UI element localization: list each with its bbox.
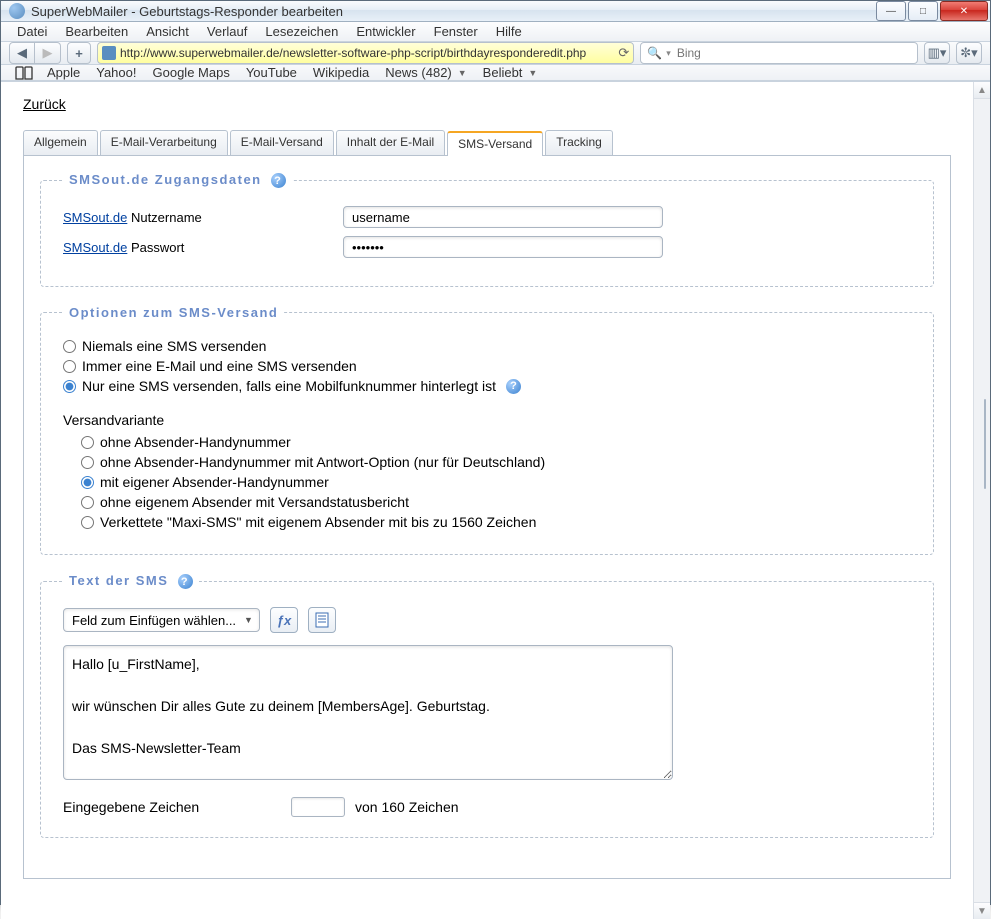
legend-smstext: Text der SMS ? xyxy=(63,573,199,589)
window-title: SuperWebMailer - Geburtstags-Responder b… xyxy=(31,4,874,19)
tab-inhalt-email[interactable]: Inhalt der E-Mail xyxy=(336,130,445,155)
smsout-link[interactable]: SMSout.de xyxy=(63,240,127,255)
menu-view[interactable]: Ansicht xyxy=(138,22,197,41)
sms-textarea[interactable] xyxy=(63,645,673,780)
bookmarks-icon[interactable] xyxy=(15,66,31,80)
app-icon xyxy=(9,3,25,19)
bookmark-apple[interactable]: Apple xyxy=(47,65,80,80)
menu-help[interactable]: Hilfe xyxy=(488,22,530,41)
password-label: SMSout.de Passwort xyxy=(63,240,343,255)
back-button[interactable]: ◀ xyxy=(9,42,35,64)
charcount-label: Eingegebene Zeichen xyxy=(63,799,281,815)
menu-window[interactable]: Fenster xyxy=(426,22,486,41)
menu-file[interactable]: Datei xyxy=(9,22,55,41)
radio-only-mobile-label[interactable]: Nur eine SMS versenden, falls eine Mobil… xyxy=(82,378,496,394)
variant-label-3[interactable]: ohne eigenem Absender mit Versandstatusb… xyxy=(100,494,409,510)
variant-heading: Versandvariante xyxy=(63,412,911,428)
charcount-suffix: von 160 Zeichen xyxy=(355,799,459,815)
titlebar: SuperWebMailer - Geburtstags-Responder b… xyxy=(1,1,990,22)
chevron-down-icon: ▼ xyxy=(244,615,253,625)
radio-only-mobile[interactable] xyxy=(63,380,76,393)
reload-icon[interactable]: ⟳ xyxy=(618,45,629,61)
new-tab-button[interactable]: + xyxy=(67,42,91,64)
page-menu-button[interactable]: ▥▾ xyxy=(924,42,950,64)
bookmark-news[interactable]: News (482)▼ xyxy=(385,65,466,80)
bookmark-popular[interactable]: Beliebt▼ xyxy=(483,65,538,80)
password-input[interactable] xyxy=(343,236,663,258)
search-input[interactable] xyxy=(675,45,911,61)
settings-button[interactable]: ✼▾ xyxy=(956,42,982,64)
radio-never-label[interactable]: Niemals eine SMS versenden xyxy=(82,338,266,354)
radio-never[interactable] xyxy=(63,340,76,353)
tab-tracking[interactable]: Tracking xyxy=(545,130,613,155)
tab-panel: SMSout.de Zugangsdaten ? SMSout.de Nutze… xyxy=(23,156,951,879)
menu-history[interactable]: Verlauf xyxy=(199,22,255,41)
back-link[interactable]: Zurück xyxy=(23,96,66,112)
variant-label-4[interactable]: Verkettete "Maxi-SMS" mit eigenem Absend… xyxy=(100,514,536,530)
nav-toolbar: ◀ ▶ + http://www.superwebmailer.de/newsl… xyxy=(1,42,990,65)
legend-options: Optionen zum SMS-Versand xyxy=(63,305,284,320)
help-icon[interactable]: ? xyxy=(506,379,521,394)
address-bar[interactable]: http://www.superwebmailer.de/newsletter-… xyxy=(97,42,634,64)
fieldset-smstext: Text der SMS ? Feld zum Einfügen wählen.… xyxy=(40,573,934,838)
bookmark-youtube[interactable]: YouTube xyxy=(246,65,297,80)
help-icon[interactable]: ? xyxy=(178,574,193,589)
fieldset-options: Optionen zum SMS-Versand Niemals eine SM… xyxy=(40,305,934,555)
variant-radio-2[interactable] xyxy=(81,476,94,489)
page-content: Zurück Allgemein E-Mail-Verarbeitung E-M… xyxy=(1,82,973,919)
browser-window: SuperWebMailer - Geburtstags-Responder b… xyxy=(0,0,991,905)
menu-developer[interactable]: Entwickler xyxy=(348,22,423,41)
variant-radio-0[interactable] xyxy=(81,436,94,449)
forward-button[interactable]: ▶ xyxy=(35,42,61,64)
scroll-up-icon[interactable]: ▲ xyxy=(974,82,990,99)
minimize-button[interactable]: — xyxy=(876,1,906,21)
bookmark-yahoo[interactable]: Yahoo! xyxy=(96,65,136,80)
charcount-box xyxy=(291,797,345,817)
variant-radio-4[interactable] xyxy=(81,516,94,529)
variant-radio-1[interactable] xyxy=(81,456,94,469)
help-icon[interactable]: ? xyxy=(271,173,286,188)
bookmarks-bar: Apple Yahoo! Google Maps YouTube Wikiped… xyxy=(1,65,990,81)
menu-edit[interactable]: Bearbeiten xyxy=(57,22,136,41)
search-icon: 🔍 xyxy=(647,46,662,60)
bookmark-googlemaps[interactable]: Google Maps xyxy=(153,65,230,80)
radio-always-label[interactable]: Immer eine E-Mail und eine SMS versenden xyxy=(82,358,357,374)
bookmark-wikipedia[interactable]: Wikipedia xyxy=(313,65,369,80)
variant-radio-3[interactable] xyxy=(81,496,94,509)
menu-bookmarks[interactable]: Lesezeichen xyxy=(257,22,346,41)
variant-label-1[interactable]: ohne Absender-Handynummer mit Antwort-Op… xyxy=(100,454,545,470)
smsout-link[interactable]: SMSout.de xyxy=(63,210,127,225)
radio-always[interactable] xyxy=(63,360,76,373)
fieldset-credentials: SMSout.de Zugangsdaten ? SMSout.de Nutze… xyxy=(40,172,934,287)
tab-sms-versand[interactable]: SMS-Versand xyxy=(447,131,543,156)
vertical-scrollbar[interactable]: ▲ ▼ xyxy=(973,82,990,919)
insert-field-combo[interactable]: Feld zum Einfügen wählen... ▼ xyxy=(63,608,260,632)
site-favicon xyxy=(102,46,116,60)
maximize-button[interactable]: □ xyxy=(908,1,938,21)
tab-email-verarbeitung[interactable]: E-Mail-Verarbeitung xyxy=(100,130,228,155)
tab-allgemein[interactable]: Allgemein xyxy=(23,130,98,155)
tab-email-versand[interactable]: E-Mail-Versand xyxy=(230,130,334,155)
url-text: http://www.superwebmailer.de/newsletter-… xyxy=(120,46,614,60)
username-label: SMSout.de Nutzername xyxy=(63,210,343,225)
close-button[interactable]: ✕ xyxy=(940,1,988,21)
variant-label-2[interactable]: mit eigener Absender-Handynummer xyxy=(100,474,329,490)
username-input[interactable] xyxy=(343,206,663,228)
function-button[interactable]: ƒx xyxy=(270,607,298,633)
scroll-thumb[interactable] xyxy=(984,399,986,489)
legend-credentials: SMSout.de Zugangsdaten ? xyxy=(63,172,292,188)
template-button[interactable] xyxy=(308,607,336,633)
variant-label-0[interactable]: ohne Absender-Handynummer xyxy=(100,434,291,450)
menubar: Datei Bearbeiten Ansicht Verlauf Lesezei… xyxy=(1,22,990,42)
search-bar[interactable]: 🔍 ▾ xyxy=(640,42,918,64)
tab-strip: Allgemein E-Mail-Verarbeitung E-Mail-Ver… xyxy=(23,130,951,156)
